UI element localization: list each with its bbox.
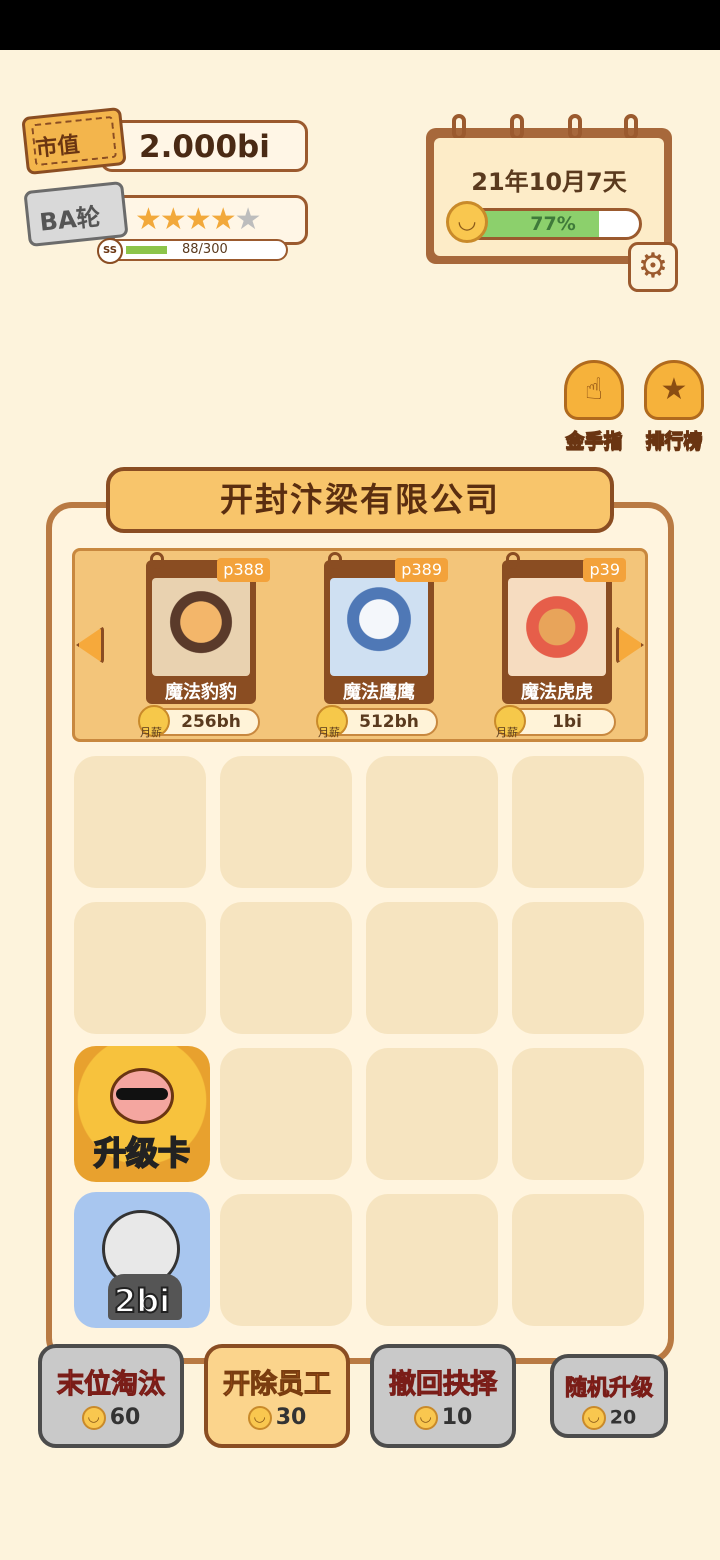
star-icon: ★ (209, 202, 237, 237)
hamster-value-label: 2bi (113, 1281, 171, 1321)
calendar-ring-icon (568, 114, 582, 140)
mood-bar: 77% (464, 208, 642, 240)
eagle-portrait-icon (330, 578, 428, 676)
fire-employee-button[interactable]: 开除员工 ◡ 30 (204, 1344, 350, 1448)
market-value-label: 市值 (34, 132, 81, 162)
calendar-ring-icon (624, 114, 638, 140)
upgrade-card-label: 升级卡 (93, 1133, 191, 1173)
card-tag: p39 (583, 558, 626, 582)
round-tag: BA轮 (23, 180, 129, 248)
star-icon: ★ (135, 202, 162, 237)
trophy-icon: ★ (644, 360, 704, 420)
empty-slot[interactable] (512, 902, 644, 1034)
market-value: 2.000bi (139, 129, 270, 165)
round-label: BA轮 (38, 202, 102, 237)
empty-slot[interactable] (366, 1048, 498, 1180)
calendar-ring-icon (452, 114, 466, 140)
market-value-tag: 市值 (21, 106, 127, 176)
star-icon: ★ (184, 202, 212, 237)
action-label: 撤回抉择 (389, 1369, 498, 1401)
empty-slot[interactable] (220, 756, 352, 888)
card-name: 魔法虎虎 (521, 682, 593, 703)
smiley-face-icon: ◡ (581, 1406, 606, 1430)
level-badge: SS (97, 238, 123, 264)
xp-text: 88/300 (182, 242, 228, 257)
upgrade-card-item[interactable]: 升级卡 (74, 1046, 210, 1182)
sunglasses-icon (116, 1088, 168, 1100)
company-name: 开封汴梁有限公司 (220, 480, 500, 519)
card-tag: p388 (217, 558, 270, 582)
hire-card-tiger[interactable]: p39 魔法虎虎 (502, 552, 626, 704)
company-title-banner: 开封汴梁有限公司 (106, 467, 614, 533)
action-cost: ◡ 30 (208, 1405, 346, 1430)
empty-slot[interactable] (366, 756, 498, 888)
game-date: 21年10月7天 (471, 168, 627, 196)
card-ring-icon (506, 552, 520, 572)
status-bar (0, 0, 720, 50)
eliminate-last-button[interactable]: 末位淘汰 ◡ 60 (38, 1344, 184, 1448)
settings-gear-icon[interactable]: ⚙ (628, 242, 678, 292)
empty-slot[interactable] (220, 1048, 352, 1180)
hamster-employee-item[interactable]: 2bi (74, 1192, 210, 1328)
star-rating: ★★★★★ (135, 202, 262, 238)
empty-slot[interactable] (512, 1194, 644, 1326)
xp-fill (126, 246, 167, 254)
tiger-portrait-icon (508, 578, 606, 676)
action-cost: ◡ 20 (554, 1406, 664, 1430)
mood-percent: 77% (530, 213, 576, 235)
smiley-face-icon: ◡ (81, 1406, 106, 1430)
smiley-face-icon: ◡ (413, 1406, 438, 1430)
card-ring-icon (328, 552, 342, 572)
empty-slot[interactable] (74, 756, 206, 888)
empty-slot[interactable] (220, 1194, 352, 1326)
action-label: 随机升级 (564, 1376, 653, 1402)
gold-finger-label: 金手指 (565, 430, 623, 453)
card-ring-icon (150, 552, 164, 572)
empty-slot[interactable] (512, 756, 644, 888)
hire-card-eagle[interactable]: p389 魔法鹰鹰 (324, 552, 448, 704)
calendar-ring-icon (510, 114, 524, 140)
salary-label: 月薪 (140, 726, 162, 739)
market-value-panel: 2.000bi (100, 120, 308, 172)
empty-slot[interactable] (512, 1048, 644, 1180)
card-name: 魔法豹豹 (165, 682, 237, 703)
action-cost: ◡ 60 (42, 1405, 180, 1430)
salary-label: 月薪 (318, 726, 340, 739)
action-label: 末位淘汰 (57, 1369, 166, 1401)
leopard-portrait-icon (152, 578, 250, 676)
rank-panel: ★★★★★ (110, 195, 308, 245)
empty-slot[interactable] (220, 902, 352, 1034)
action-label: 开除员工 (223, 1369, 332, 1401)
leaderboard-button[interactable]: ★ 排行榜 (634, 360, 714, 454)
smiley-face-icon: ◡ (247, 1406, 272, 1430)
card-tag: p389 (395, 558, 448, 582)
star-icon: ★ (159, 202, 187, 237)
hire-card-leopard[interactable]: p388 魔法豹豹 (146, 552, 270, 704)
salary-label: 月薪 (496, 726, 518, 739)
empty-slot[interactable] (366, 902, 498, 1034)
empty-slot[interactable] (74, 902, 206, 1034)
gold-finger-button[interactable]: ☝ 金手指 (554, 360, 634, 454)
card-name: 魔法鹰鹰 (343, 682, 415, 703)
empty-slot[interactable] (366, 1194, 498, 1326)
leaderboard-label: 排行榜 (645, 430, 703, 453)
smiley-face-icon: ◡ (446, 201, 488, 243)
pointing-hand-icon: ☝ (564, 360, 624, 420)
action-cost: ◡ 10 (374, 1405, 512, 1430)
random-upgrade-button[interactable]: 随机升级 ◡ 20 (550, 1354, 668, 1438)
xp-bar: 88/300 (102, 239, 288, 261)
star-empty-icon: ★ (234, 202, 262, 237)
undo-choice-button[interactable]: 撤回抉择 ◡ 10 (370, 1344, 516, 1448)
